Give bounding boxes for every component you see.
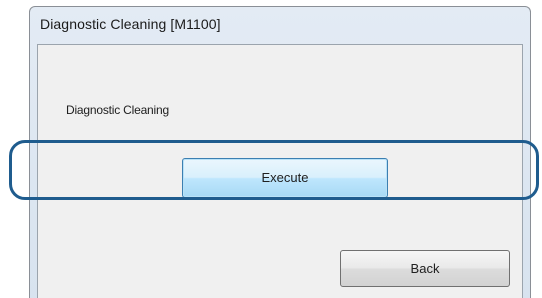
dialog-window: Diagnostic Cleaning [M1100] Diagnostic C… (29, 6, 531, 298)
title-bar[interactable]: Diagnostic Cleaning [M1100] (30, 7, 530, 43)
dialog-client-area: Diagnostic Cleaning Execute Back (37, 44, 523, 298)
screenshot-stage: Diagnostic Cleaning [M1100] Diagnostic C… (0, 0, 542, 298)
back-button[interactable]: Back (340, 250, 510, 287)
window-title: Diagnostic Cleaning [M1100] (40, 16, 221, 32)
section-label: Diagnostic Cleaning (66, 103, 169, 117)
execute-button[interactable]: Execute (182, 158, 388, 198)
